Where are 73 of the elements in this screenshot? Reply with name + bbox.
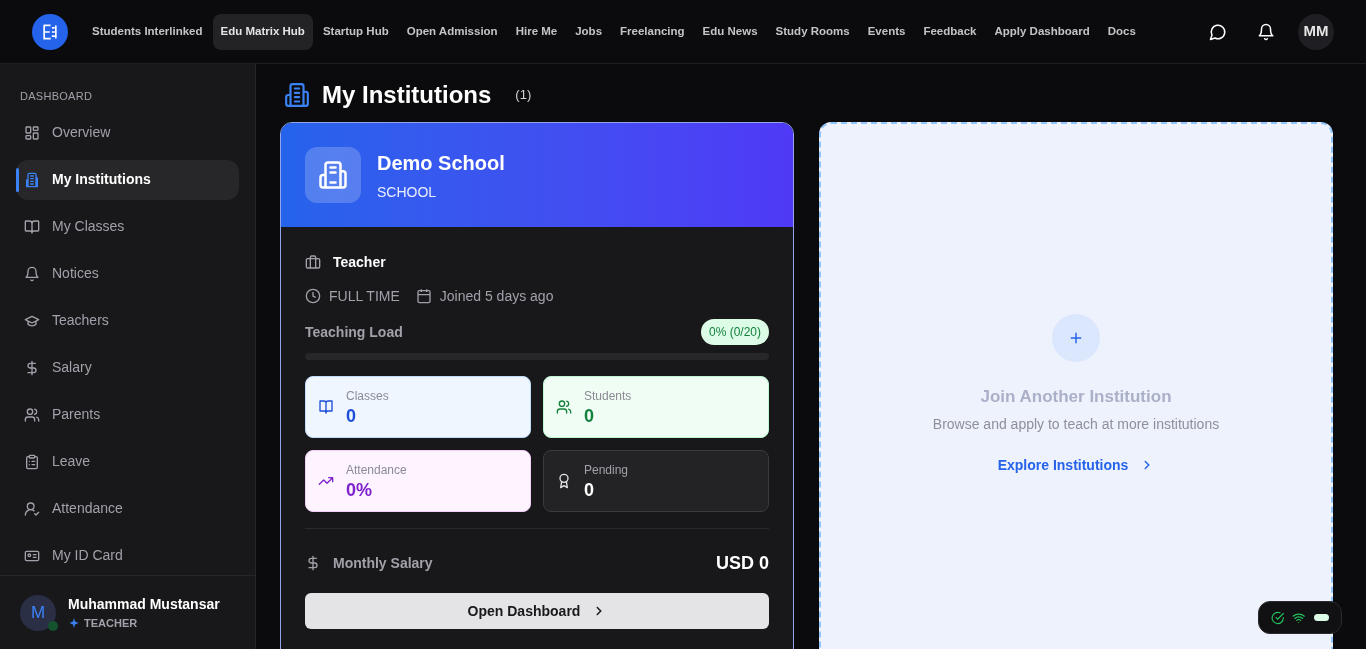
user-check-icon	[24, 500, 40, 517]
nav-tab[interactable]: Events	[859, 13, 914, 50]
sidebar-item[interactable]: Parents	[16, 394, 239, 435]
load-badge: 0% (0/20)	[700, 319, 769, 345]
sidebar-item[interactable]: Teachers	[16, 300, 239, 341]
stat-label: Classes	[346, 387, 389, 405]
online-indicator	[48, 620, 58, 631]
book-icon	[318, 399, 334, 415]
nav-tab[interactable]: Students Interlinked	[84, 13, 211, 50]
employment-type: FULL TIME	[329, 286, 400, 306]
nav-tab[interactable]: Edu News	[694, 13, 766, 50]
grid-icon	[24, 124, 40, 141]
school-icon	[305, 147, 361, 203]
stat-value: 0	[584, 404, 595, 428]
status-widget[interactable]	[1258, 601, 1342, 634]
users-icon	[556, 399, 572, 415]
institution-name: Demo School	[377, 150, 505, 176]
section-label: DASHBOARD	[19, 89, 94, 104]
sidebar-item[interactable]: My Institutions	[16, 159, 239, 200]
nav-tab[interactable]: Open Admission	[398, 13, 506, 50]
nav-tab[interactable]: Edu Matrix Hub	[212, 13, 313, 50]
joined-date: Joined 5 days ago	[439, 286, 554, 306]
battery-indicator	[1313, 614, 1329, 621]
nav-tab[interactable]: Jobs	[567, 13, 611, 50]
sidebar-item[interactable]: Overview	[16, 112, 239, 153]
building-icon	[24, 171, 40, 188]
clipboard-icon	[24, 453, 40, 470]
institution-type: SCHOOL	[377, 182, 438, 202]
sparkle-icon	[68, 617, 80, 629]
nav-tab[interactable]: Startup Hub	[314, 13, 397, 50]
dollar-icon	[305, 555, 321, 571]
stat-value: 0%	[346, 478, 373, 502]
join-description: Browse and apply to teach at more institutions	[932, 414, 1220, 434]
nav-tab[interactable]: Apply Dashboard	[986, 13, 1098, 50]
page-title: My Institutions	[322, 80, 492, 110]
sidebar-item[interactable]: Salary	[16, 347, 239, 388]
stat-label: Attendance	[346, 461, 407, 479]
nav-tab[interactable]: Freelancing	[612, 13, 693, 50]
nav-tab[interactable]: Hire Me	[507, 13, 566, 50]
sidebar-item[interactable]: Leave	[16, 441, 239, 482]
building-icon	[284, 82, 310, 108]
join-title: Join Another Institution	[980, 386, 1172, 408]
logo-icon[interactable]	[32, 13, 68, 50]
sidebar-item[interactable]: Attendance	[16, 488, 239, 529]
award-icon	[556, 473, 572, 489]
clock-icon	[305, 288, 321, 304]
open-dashboard-button[interactable]: Open Dashboard	[305, 593, 769, 629]
stat-label: Students	[584, 387, 632, 405]
sidebar-item[interactable]: Notices	[16, 253, 239, 294]
salary-label: Monthly Salary	[333, 553, 433, 573]
role-label: Teacher	[333, 252, 386, 272]
nav-tab[interactable]: Docs	[1099, 13, 1144, 50]
explore-link[interactable]: Explore Institutions	[997, 454, 1155, 476]
dollar-icon	[24, 359, 40, 376]
salary-value: USD 0	[716, 551, 769, 575]
teaching-load-label: Teaching Load	[305, 322, 403, 342]
nav-tab[interactable]: Feedback	[915, 13, 985, 50]
user-avatar[interactable]: MM	[1298, 13, 1334, 50]
briefcase-icon	[305, 254, 321, 270]
user-role: TEACHER	[84, 615, 138, 631]
stat-value: 0	[584, 478, 595, 502]
stat-label: Pending	[584, 461, 629, 479]
users-icon	[24, 406, 40, 423]
user-avatar: M	[20, 594, 56, 631]
nav-tab[interactable]: Study Rooms	[767, 13, 858, 50]
sidebar-item[interactable]: My ID Card	[16, 535, 239, 575]
sidebar-item[interactable]: My Classes	[16, 206, 239, 247]
bell-icon	[24, 265, 40, 282]
calendar-icon	[415, 288, 432, 304]
institution-count: (1)	[515, 86, 532, 105]
book-icon	[24, 218, 40, 235]
stat-value: 0	[346, 404, 357, 428]
user-name: Muhammad Mustansar	[68, 594, 220, 614]
